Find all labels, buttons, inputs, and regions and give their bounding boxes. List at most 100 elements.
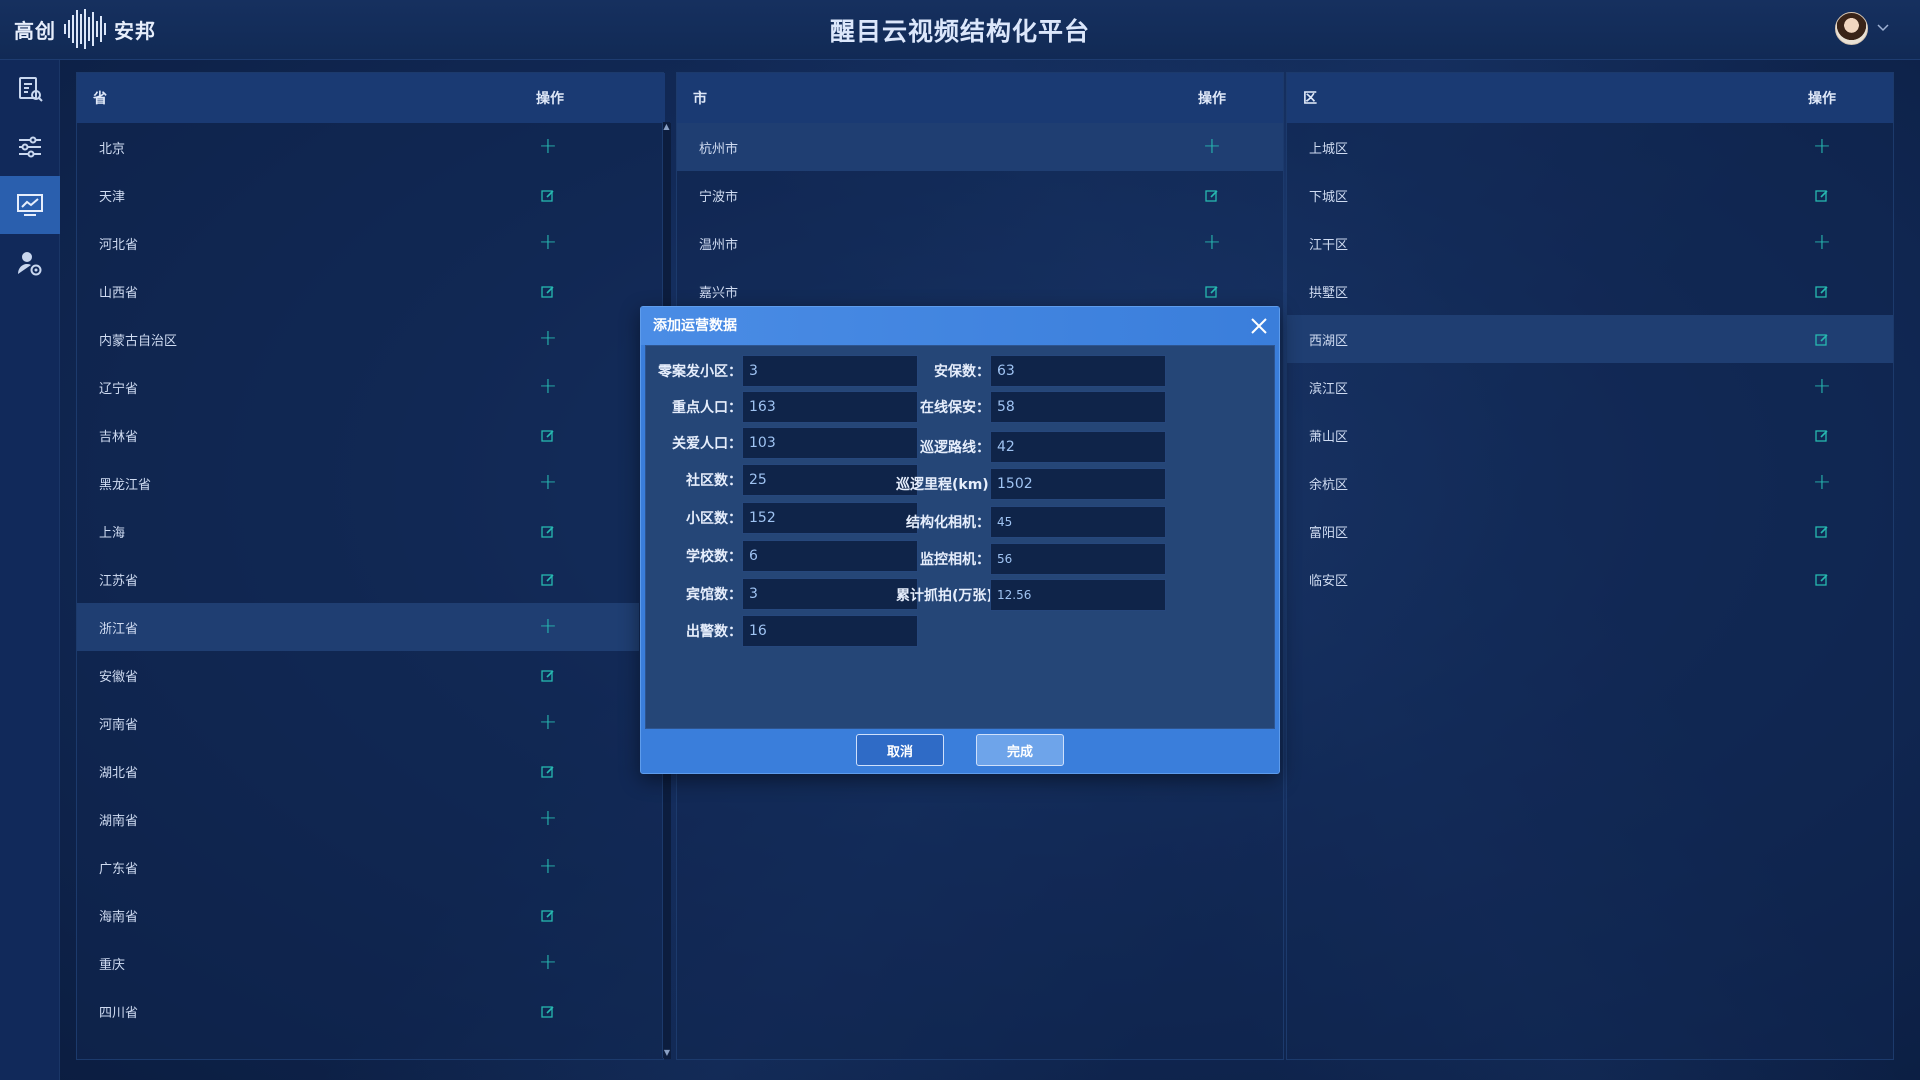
scroll-up-icon[interactable]: ▲ <box>663 122 670 132</box>
add-icon[interactable]: + <box>1787 136 1857 158</box>
form-field: 在线保安： 58 <box>896 391 1166 423</box>
edit-icon[interactable] <box>1177 285 1247 298</box>
field-input[interactable]: 152 <box>742 502 918 534</box>
field-input[interactable]: 63 <box>990 355 1166 387</box>
add-icon[interactable]: + <box>1177 232 1247 254</box>
confirm-button[interactable]: 完成 <box>976 734 1064 766</box>
province-row[interactable]: 安徽省 <box>77 651 639 699</box>
province-row[interactable]: 吉林省 <box>77 411 639 459</box>
add-icon[interactable]: + <box>513 856 583 878</box>
province-row[interactable]: 北京 + <box>77 123 639 171</box>
add-icon[interactable]: + <box>1177 136 1247 158</box>
district-row[interactable]: 滨江区 + <box>1287 363 1893 411</box>
province-row[interactable]: 广东省 + <box>77 843 639 891</box>
district-row[interactable]: 余杭区 + <box>1287 459 1893 507</box>
province-row[interactable]: 天津 <box>77 171 639 219</box>
user-menu[interactable] <box>1835 12 1890 45</box>
scroll-down-icon[interactable]: ▼ <box>663 1048 671 1058</box>
edit-icon[interactable] <box>513 669 583 682</box>
province-row[interactable]: 湖南省 + <box>77 795 639 843</box>
field-input[interactable]: 16 <box>742 615 918 647</box>
province-row[interactable]: 黑龙江省 + <box>77 459 639 507</box>
city-header: 市 操作 <box>677 73 1283 123</box>
field-input[interactable]: 58 <box>990 391 1166 423</box>
province-row[interactable]: 湖北省 <box>77 747 639 795</box>
district-row[interactable]: 萧山区 <box>1287 411 1893 459</box>
field-input[interactable]: 25 <box>742 464 918 496</box>
district-row[interactable]: 西湖区 <box>1287 315 1893 363</box>
add-icon[interactable]: + <box>513 616 583 638</box>
add-icon[interactable]: + <box>513 136 583 158</box>
edit-icon[interactable] <box>513 525 583 538</box>
province-row[interactable]: 山西省 <box>77 267 639 315</box>
city-row[interactable]: 温州市 + <box>677 219 1283 267</box>
sidebar-item-users[interactable] <box>0 234 60 292</box>
sidebar-item-operations[interactable] <box>0 176 60 234</box>
field-input[interactable]: 1502 <box>990 468 1166 500</box>
edit-icon[interactable] <box>1177 189 1247 202</box>
province-row[interactable]: 重庆 + <box>77 939 639 987</box>
add-icon[interactable]: + <box>1787 376 1857 398</box>
district-row[interactable]: 富阳区 <box>1287 507 1893 555</box>
edit-icon[interactable] <box>513 285 583 298</box>
province-row-label: 江苏省 <box>99 573 139 589</box>
field-input[interactable]: 6 <box>742 540 918 572</box>
edit-icon[interactable] <box>1787 525 1857 538</box>
edit-icon[interactable] <box>513 573 583 586</box>
district-row-label: 上城区 <box>1309 141 1349 157</box>
field-input[interactable]: 163 <box>742 391 918 423</box>
avatar[interactable] <box>1835 12 1868 45</box>
field-input[interactable]: 45 <box>990 506 1166 538</box>
district-row[interactable]: 拱墅区 <box>1287 267 1893 315</box>
district-row[interactable]: 江干区 + <box>1287 219 1893 267</box>
edit-icon[interactable] <box>1787 285 1857 298</box>
cancel-button[interactable]: 取消 <box>856 734 944 766</box>
province-row[interactable]: 海南省 <box>77 891 639 939</box>
province-row-label: 上海 <box>99 525 126 541</box>
district-row-label: 滨江区 <box>1309 381 1349 397</box>
city-row[interactable]: 杭州市 + <box>677 123 1283 171</box>
field-input[interactable]: 42 <box>990 431 1166 463</box>
add-icon[interactable]: + <box>513 808 583 830</box>
province-row[interactable]: 内蒙古自治区 + <box>77 315 639 363</box>
add-icon[interactable]: + <box>513 376 583 398</box>
edit-icon[interactable] <box>1787 333 1857 346</box>
sidebar-item-report[interactable] <box>0 60 60 118</box>
province-row[interactable]: 河南省 + <box>77 699 639 747</box>
edit-icon[interactable] <box>513 429 583 442</box>
close-icon[interactable] <box>1247 314 1271 338</box>
field-input[interactable]: 3 <box>742 578 918 610</box>
edit-icon[interactable] <box>1787 189 1857 202</box>
district-row[interactable]: 上城区 + <box>1287 123 1893 171</box>
edit-icon[interactable] <box>513 189 583 202</box>
city-row[interactable]: 宁波市 <box>677 171 1283 219</box>
sidebar-item-settings[interactable] <box>0 118 60 176</box>
province-row[interactable]: 河北省 + <box>77 219 639 267</box>
province-row[interactable]: 四川省 <box>77 987 639 1035</box>
city-row-label: 杭州市 <box>699 141 739 157</box>
add-icon[interactable]: + <box>513 952 583 974</box>
field-input[interactable]: 3 <box>742 355 918 387</box>
province-row[interactable]: 上海 <box>77 507 639 555</box>
province-row[interactable]: 辽宁省 + <box>77 363 639 411</box>
add-icon[interactable]: + <box>1787 472 1857 494</box>
edit-icon[interactable] <box>1787 429 1857 442</box>
dialog-form: 零案发小区： 3 重点人口： 163 关爱人口： 103 社区数： 25 小区数： 152 学校数：… <box>645 345 1275 729</box>
edit-icon[interactable] <box>513 765 583 778</box>
add-icon[interactable]: + <box>513 472 583 494</box>
district-row[interactable]: 临安区 <box>1287 555 1893 603</box>
add-icon[interactable]: + <box>513 232 583 254</box>
add-icon[interactable]: + <box>513 328 583 350</box>
chevron-down-icon[interactable] <box>1876 21 1890 37</box>
province-row[interactable]: 江苏省 <box>77 555 639 603</box>
field-input[interactable]: 56 <box>990 543 1166 575</box>
province-row[interactable]: 浙江省 + <box>77 603 639 651</box>
add-icon[interactable]: + <box>513 712 583 734</box>
field-input[interactable]: 103 <box>742 427 918 459</box>
add-icon[interactable]: + <box>1787 232 1857 254</box>
edit-icon[interactable] <box>1787 573 1857 586</box>
edit-icon[interactable] <box>513 1005 583 1018</box>
district-row[interactable]: 下城区 <box>1287 171 1893 219</box>
field-input[interactable]: 12.56 <box>990 579 1166 611</box>
edit-icon[interactable] <box>513 909 583 922</box>
